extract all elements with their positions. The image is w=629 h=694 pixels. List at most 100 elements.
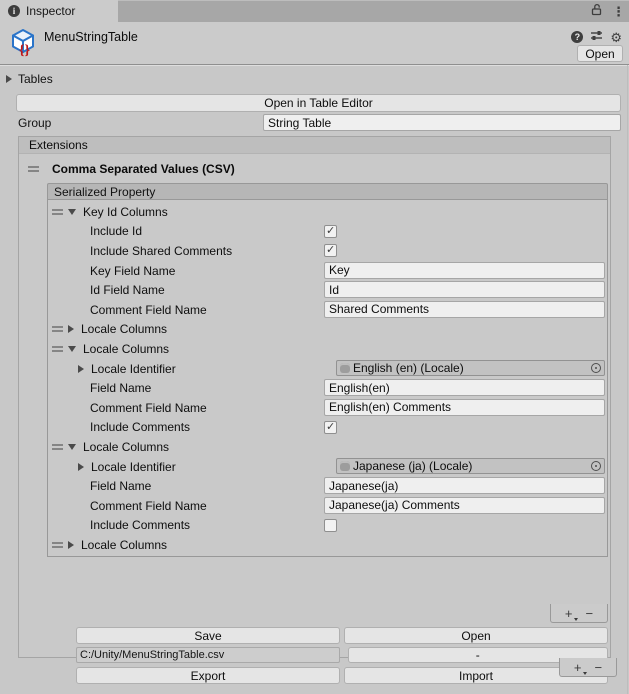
svg-text:{}: {}: [19, 43, 31, 57]
property-label: Key Field Name: [90, 264, 175, 278]
foldout-row-locale-columns[interactable]: Locale Columns: [48, 535, 607, 555]
extensions-footer: + −: [559, 658, 617, 677]
property-label: Id Field Name: [90, 283, 165, 297]
group-row: Group String Table: [0, 114, 629, 132]
include-comments-checkbox[interactable]: [324, 421, 337, 434]
tables-foldout[interactable]: Tables: [0, 70, 53, 88]
presets-icon[interactable]: [590, 29, 603, 45]
property-label: Include Shared Comments: [90, 244, 232, 258]
foldout-row-key-id-columns[interactable]: Key Id Columns: [48, 202, 607, 222]
dropdown-caret-icon: [574, 618, 578, 621]
save-button[interactable]: Save: [76, 627, 340, 644]
property-row: Include Comments: [48, 418, 607, 438]
foldout-row-locale-columns[interactable]: Locale Columns: [48, 320, 607, 340]
locale-asset-icon: [340, 461, 350, 471]
drag-handle-icon[interactable]: [52, 346, 63, 352]
drag-handle-icon[interactable]: [52, 542, 63, 548]
kebab-menu-icon[interactable]: ⋮: [612, 5, 625, 18]
drag-handle-icon[interactable]: [52, 444, 63, 450]
serialized-property-list: Serialized Property Key Id Columns Inclu…: [47, 183, 608, 557]
open-in-table-editor-button[interactable]: Open in Table Editor: [16, 94, 621, 112]
tables-label: Tables: [18, 72, 53, 86]
open-button[interactable]: Open: [344, 627, 608, 644]
property-label: Field Name: [90, 381, 151, 395]
locale-identifier-object-field[interactable]: English (en) (Locale): [336, 360, 605, 376]
property-row: Include Shared Comments: [48, 241, 607, 261]
foldout-label: Locale Columns: [83, 342, 169, 356]
property-label: Comment Field Name: [90, 499, 207, 513]
field-name-field[interactable]: English(en): [324, 379, 605, 396]
property-label: Include Comments: [90, 518, 190, 532]
property-row: Key Field Name Key: [48, 261, 607, 281]
csv-path-field: C:/Unity/MenuStringTable.csv: [76, 647, 340, 663]
comment-field-name-field[interactable]: Shared Comments: [324, 301, 605, 318]
string-table-asset-icon: {}: [9, 27, 39, 60]
foldout-label: Locale Columns: [83, 440, 169, 454]
tab-inspector[interactable]: i Inspector: [0, 0, 118, 22]
object-picker-icon[interactable]: [591, 363, 601, 373]
foldout-open-icon[interactable]: [68, 209, 76, 215]
group-field[interactable]: String Table: [263, 114, 621, 131]
foldout-open-icon[interactable]: [68, 346, 76, 352]
add-extension-button[interactable]: +: [574, 661, 582, 674]
extensions-header: Extensions: [19, 136, 610, 154]
foldout-row-locale-columns[interactable]: Locale Columns: [48, 339, 607, 359]
property-label: Field Name: [90, 479, 151, 493]
scrollbar-track[interactable]: [627, 65, 628, 694]
help-icon[interactable]: ?: [571, 31, 583, 43]
foldout-closed-icon[interactable]: [78, 365, 84, 373]
comment-field-name-field[interactable]: Japanese(ja) Comments: [324, 497, 605, 514]
list-footer: + −: [550, 604, 608, 623]
locale-asset-icon: [340, 363, 350, 373]
asset-header: {} MenuStringTable ? ⚙ Open: [0, 22, 629, 65]
foldout-open-icon[interactable]: [68, 444, 76, 450]
foldout-arrow-icon[interactable]: [6, 75, 12, 83]
tab-title: Inspector: [26, 4, 75, 18]
object-picker-icon[interactable]: [591, 461, 601, 471]
asset-title: MenuStringTable: [44, 30, 138, 44]
include-id-checkbox[interactable]: [324, 225, 337, 238]
drag-handle-icon[interactable]: [52, 209, 63, 215]
include-comments-checkbox[interactable]: [324, 519, 337, 532]
property-row: Id Field Name Id: [48, 280, 607, 300]
property-row: Comment Field Name Shared Comments: [48, 300, 607, 320]
property-row: Field Name Japanese(ja): [48, 476, 607, 496]
foldout-closed-icon[interactable]: [68, 541, 74, 549]
csv-extension-header: Comma Separated Values (CSV): [19, 160, 235, 178]
property-label: Comment Field Name: [90, 401, 207, 415]
foldout-label: Locale Columns: [81, 538, 167, 552]
drag-handle-icon[interactable]: [52, 326, 63, 332]
tab-bar: i Inspector ⋮: [0, 0, 629, 22]
property-row: Comment Field Name English(en) Comments: [48, 398, 607, 418]
export-button[interactable]: Export: [76, 667, 340, 684]
add-element-button[interactable]: +: [565, 607, 573, 620]
drag-handle-icon[interactable]: [28, 166, 39, 172]
comment-field-name-field[interactable]: English(en) Comments: [324, 399, 605, 416]
foldout-row-locale-columns[interactable]: Locale Columns: [48, 437, 607, 457]
foldout-closed-icon[interactable]: [78, 463, 84, 471]
unlock-icon[interactable]: [590, 3, 603, 19]
gear-icon[interactable]: ⚙: [610, 31, 622, 44]
foldout-closed-icon[interactable]: [68, 325, 74, 333]
include-shared-comments-checkbox[interactable]: [324, 244, 337, 257]
property-row: Comment Field Name Japanese(ja) Comments: [48, 496, 607, 516]
serialized-property-header: Serialized Property: [47, 183, 608, 200]
property-row: Locale Identifier English (en) (Locale): [48, 359, 607, 379]
remove-extension-button[interactable]: −: [595, 661, 603, 674]
foldout-label: Locale Columns: [81, 322, 167, 336]
property-row: Include Comments: [48, 516, 607, 536]
property-row: Field Name English(en): [48, 378, 607, 398]
property-list: Key Id Columns Include Id Include Shared…: [47, 200, 608, 557]
extensions-box: Extensions Comma Separated Values (CSV) …: [18, 136, 611, 658]
open-asset-button[interactable]: Open: [577, 45, 623, 62]
foldout-label: Key Id Columns: [83, 205, 168, 219]
property-label: Comment Field Name: [90, 303, 207, 317]
property-row: Locale Identifier Japanese (ja) (Locale): [48, 457, 607, 477]
inspector-window: i Inspector ⋮ {} MenuStringTable ? ⚙: [0, 0, 629, 694]
key-field-name-field[interactable]: Key: [324, 262, 605, 279]
id-field-name-field[interactable]: Id: [324, 281, 605, 298]
locale-identifier-object-field[interactable]: Japanese (ja) (Locale): [336, 458, 605, 474]
remove-element-button[interactable]: −: [586, 607, 594, 620]
info-icon: i: [8, 5, 20, 17]
field-name-field[interactable]: Japanese(ja): [324, 477, 605, 494]
